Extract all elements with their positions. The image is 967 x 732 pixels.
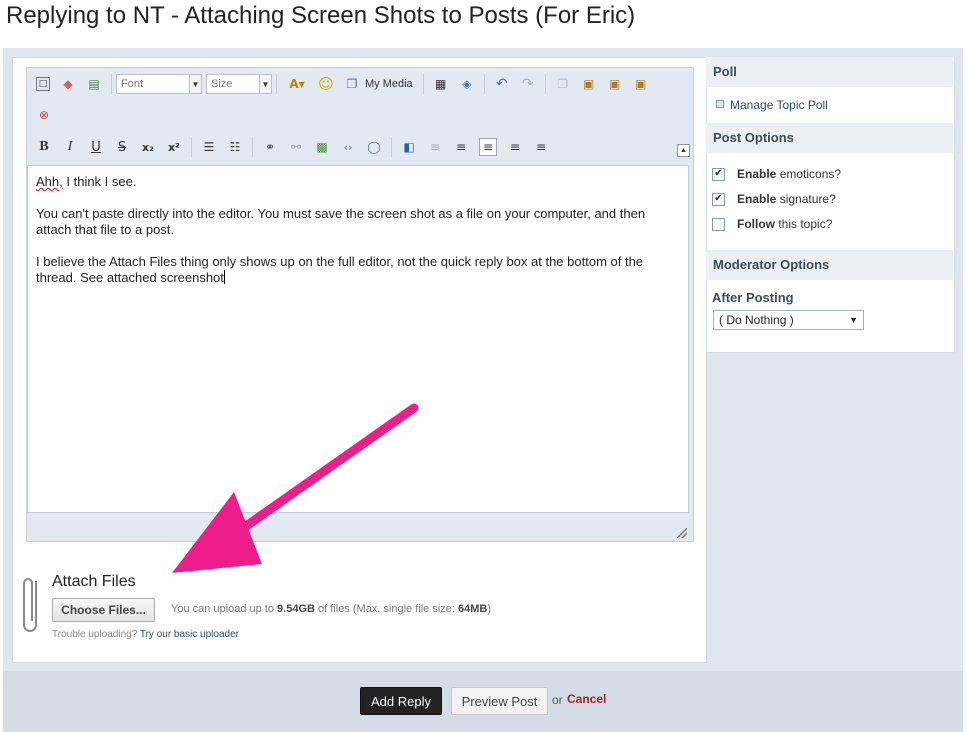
- after-posting-label: After Posting: [712, 290, 794, 305]
- poll-bullet-icon: [716, 100, 724, 108]
- after-posting-select[interactable]: ( Do Nothing ) ▼: [713, 310, 864, 330]
- after-posting-value: ( Do Nothing ): [719, 313, 794, 327]
- manage-poll-link[interactable]: Manage Topic Poll: [730, 98, 828, 112]
- or-text: or: [552, 693, 563, 707]
- cancel-link[interactable]: Cancel: [567, 692, 606, 706]
- follow-checkbox[interactable]: [712, 218, 725, 231]
- follow-option-bold: Follow: [737, 217, 775, 231]
- preview-post-button[interactable]: Preview Post: [451, 687, 548, 715]
- moderator-options-heading: Moderator Options: [706, 250, 953, 280]
- signature-option-bold: Enable: [737, 192, 777, 206]
- add-reply-button[interactable]: Add Reply: [360, 687, 442, 715]
- signature-checkbox[interactable]: ✔: [712, 193, 725, 206]
- manage-poll-item[interactable]: Manage Topic Poll: [716, 98, 828, 112]
- emoticons-option-text: emoticons?: [779, 167, 842, 181]
- emoticons-option-bold: Enable: [737, 167, 777, 181]
- emoticons-option: Enable emoticons?: [737, 167, 841, 181]
- follow-option-text: this topic?: [778, 217, 833, 231]
- chevron-down-icon: ▼: [849, 315, 858, 325]
- signature-option-text: signature?: [779, 192, 836, 206]
- emoticons-checkbox[interactable]: ✔: [712, 168, 725, 181]
- signature-option: Enable signature?: [737, 192, 836, 206]
- follow-option: Follow this topic?: [737, 217, 832, 231]
- poll-heading: Poll: [706, 57, 953, 87]
- post-options-heading: Post Options: [706, 123, 953, 153]
